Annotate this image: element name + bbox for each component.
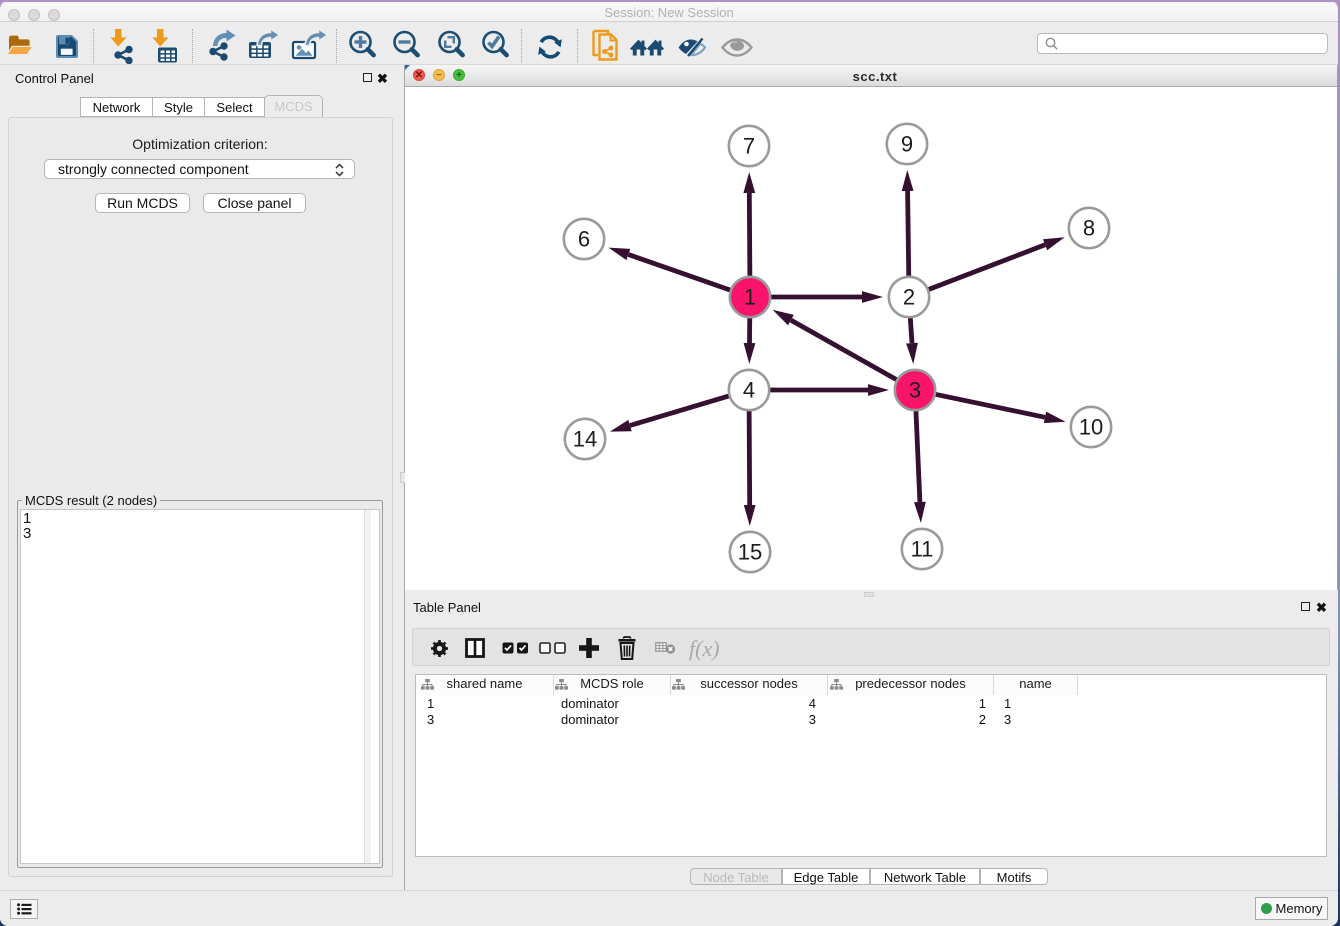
svg-text:10: 10 bbox=[1079, 415, 1103, 440]
svg-text:8: 8 bbox=[1083, 216, 1095, 241]
svg-text:7: 7 bbox=[743, 134, 755, 159]
svg-text:2: 2 bbox=[903, 285, 915, 310]
svg-text:14: 14 bbox=[573, 427, 597, 452]
svg-text:1: 1 bbox=[744, 285, 756, 310]
svg-text:15: 15 bbox=[738, 540, 762, 565]
svg-text:3: 3 bbox=[909, 378, 921, 403]
svg-text:6: 6 bbox=[578, 227, 590, 252]
svg-text:9: 9 bbox=[901, 132, 913, 157]
svg-text:11: 11 bbox=[911, 537, 934, 562]
svg-text:4: 4 bbox=[743, 378, 755, 403]
